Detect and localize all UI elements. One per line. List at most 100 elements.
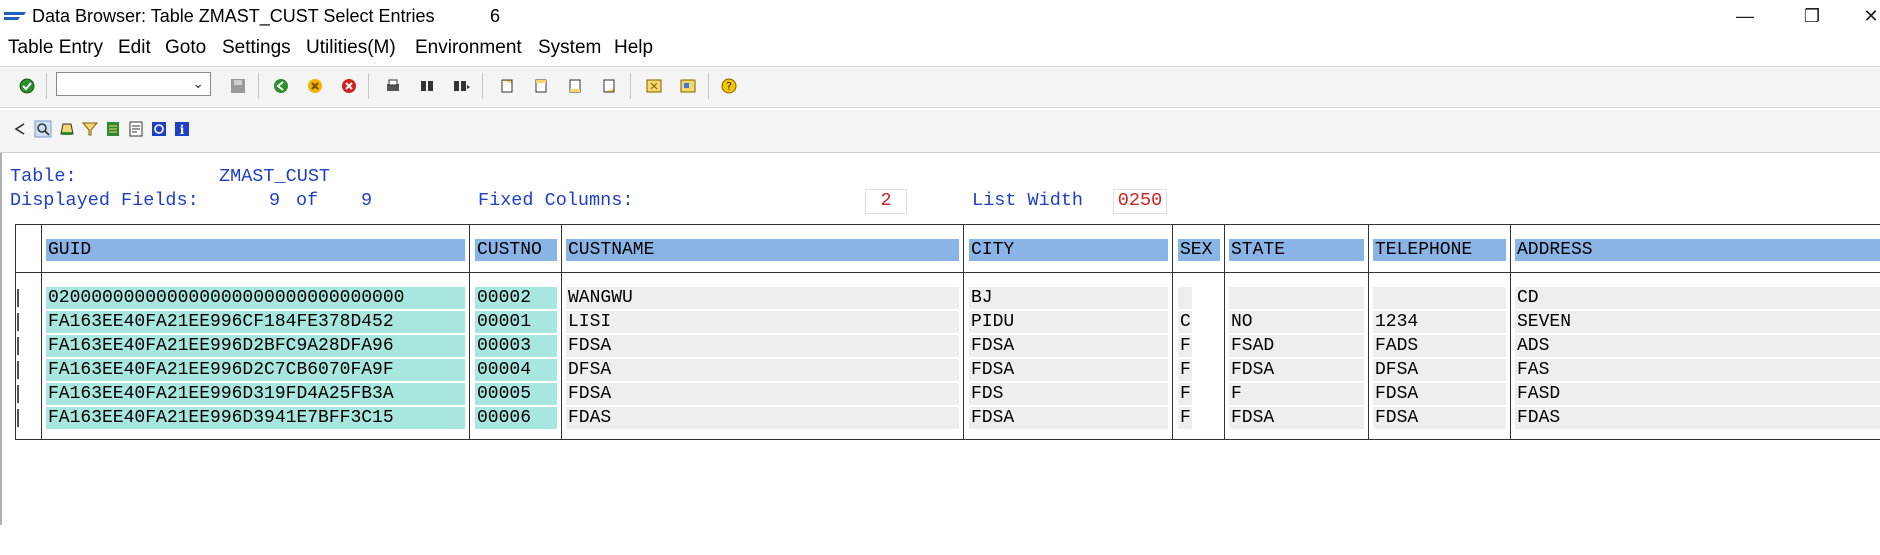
table-cell-guid[interactable]: 020000000000000000000000000000000 — [46, 287, 465, 309]
table-cell-custno[interactable]: 00004 — [475, 359, 557, 381]
table-cell-state[interactable]: FSAD — [1229, 335, 1364, 357]
back-arrow-icon[interactable] — [12, 120, 30, 138]
column-header-guid[interactable]: GUID — [46, 239, 465, 261]
table-cell-guid[interactable]: FA163EE40FA21EE996D2BFC9A28DFA96 — [46, 335, 465, 357]
layout-icon[interactable] — [127, 120, 145, 138]
menu-table-entry[interactable]: Table Entry — [8, 37, 103, 59]
list-width-input[interactable]: 0250 — [1113, 189, 1167, 214]
table-cell-custname[interactable]: WANGWU — [566, 287, 959, 309]
table-cell-custname[interactable]: LISI — [566, 311, 959, 333]
column-header-sex[interactable]: SEX — [1178, 239, 1220, 261]
column-header-custno[interactable]: CUSTNO — [475, 239, 557, 261]
table-cell-address[interactable]: FASD — [1515, 383, 1880, 405]
previous-page-icon[interactable] — [532, 77, 550, 95]
print-list-icon[interactable] — [58, 120, 76, 138]
table-cell-address[interactable]: FDAS — [1515, 407, 1880, 429]
save-icon[interactable] — [229, 77, 247, 95]
menu-settings[interactable]: Settings — [222, 37, 291, 59]
table-cell-state[interactable] — [1229, 287, 1364, 309]
menu-help[interactable]: Help — [614, 37, 653, 59]
table-cell-address[interactable]: SEVEN — [1515, 311, 1880, 333]
chevron-down-icon[interactable]: ⌄ — [192, 75, 204, 92]
menu-edit[interactable]: Edit — [118, 37, 151, 59]
filter-icon[interactable] — [81, 120, 99, 138]
create-session-icon[interactable] — [645, 77, 663, 95]
table-cell-telephone[interactable]: 1234 — [1373, 311, 1506, 333]
table-cell-telephone[interactable]: FDSA — [1373, 383, 1506, 405]
table-cell-custname[interactable]: DFSA — [566, 359, 959, 381]
table-cell-telephone[interactable] — [1373, 287, 1506, 309]
restore-icon[interactable]: ❐ — [1797, 6, 1827, 27]
table-cell-telephone[interactable]: FADS — [1373, 335, 1506, 357]
row-selector[interactable] — [17, 361, 19, 379]
column-header-telephone[interactable]: TELEPHONE — [1373, 239, 1506, 261]
command-field[interactable]: ⌄ — [56, 72, 211, 96]
column-header-address[interactable]: ADDRESS — [1515, 239, 1880, 261]
menu-utilities[interactable]: Utilities(M) — [306, 37, 396, 59]
row-selector[interactable] — [17, 409, 19, 427]
column-header-custname[interactable]: CUSTNAME — [566, 239, 959, 261]
table-cell-telephone[interactable]: FDSA — [1373, 407, 1506, 429]
next-page-icon[interactable] — [566, 77, 584, 95]
table-cell-city[interactable]: FDS — [969, 383, 1168, 405]
column-header-state[interactable]: STATE — [1229, 239, 1364, 261]
enter-icon[interactable] — [18, 77, 36, 95]
close-icon[interactable]: ✕ — [1862, 6, 1880, 27]
table-cell-custno[interactable]: 00001 — [475, 311, 557, 333]
print-icon[interactable] — [384, 77, 402, 95]
back-icon[interactable] — [272, 77, 290, 95]
row-selector[interactable] — [17, 289, 19, 307]
find-next-icon[interactable] — [452, 77, 470, 95]
help-icon[interactable]: ? — [720, 77, 738, 95]
table-cell-city[interactable]: FDSA — [969, 407, 1168, 429]
table-cell-custname[interactable]: FDSA — [566, 335, 959, 357]
spreadsheet-icon[interactable] — [104, 120, 122, 138]
table-cell-sex[interactable]: F — [1178, 335, 1192, 357]
table-cell-custname[interactable]: FDAS — [566, 407, 959, 429]
menu-system[interactable]: System — [538, 37, 601, 59]
column-header-city[interactable]: CITY — [969, 239, 1168, 261]
row-selector[interactable] — [17, 385, 19, 403]
last-page-icon[interactable] — [600, 77, 618, 95]
table-cell-sex[interactable]: C — [1178, 311, 1192, 333]
table-cell-state[interactable]: FDSA — [1229, 359, 1364, 381]
table-cell-guid[interactable]: FA163EE40FA21EE996CF184FE378D452 — [46, 311, 465, 333]
menu-environment[interactable]: Environment — [415, 37, 522, 59]
first-page-icon[interactable] — [498, 77, 516, 95]
table-cell-guid[interactable]: FA163EE40FA21EE996D319FD4A25FB3A — [46, 383, 465, 405]
table-cell-address[interactable]: CD — [1515, 287, 1880, 309]
table-cell-address[interactable]: ADS — [1515, 335, 1880, 357]
exit-icon[interactable] — [306, 77, 324, 95]
table-cell-custno[interactable]: 00005 — [475, 383, 557, 405]
table-cell-city[interactable]: BJ — [969, 287, 1168, 309]
shortcut-icon[interactable] — [679, 77, 697, 95]
table-cell-sex[interactable]: F — [1178, 407, 1192, 429]
table-cell-city[interactable]: FDSA — [969, 359, 1168, 381]
refresh-icon[interactable] — [150, 120, 168, 138]
row-selector[interactable] — [17, 337, 19, 355]
table-cell-custname[interactable]: FDSA — [566, 383, 959, 405]
table-cell-custno[interactable]: 00002 — [475, 287, 557, 309]
table-cell-city[interactable]: PIDU — [969, 311, 1168, 333]
table-cell-sex[interactable] — [1178, 287, 1192, 309]
table-cell-state[interactable]: F — [1229, 383, 1364, 405]
table-cell-sex[interactable]: F — [1178, 359, 1192, 381]
table-cell-sex[interactable]: F — [1178, 383, 1192, 405]
find-icon[interactable] — [418, 77, 436, 95]
fixed-columns-input[interactable]: 2 — [865, 189, 907, 214]
table-cell-state[interactable]: NO — [1229, 311, 1364, 333]
table-cell-guid[interactable]: FA163EE40FA21EE996D3941E7BFF3C15 — [46, 407, 465, 429]
minimize-icon[interactable]: — — [1730, 6, 1760, 27]
details-icon[interactable] — [34, 120, 52, 138]
table-cell-city[interactable]: FDSA — [969, 335, 1168, 357]
table-cell-custno[interactable]: 00006 — [475, 407, 557, 429]
table-cell-state[interactable]: FDSA — [1229, 407, 1364, 429]
cancel-icon[interactable] — [340, 77, 358, 95]
table-cell-address[interactable]: FAS — [1515, 359, 1880, 381]
table-cell-custno[interactable]: 00003 — [475, 335, 557, 357]
info-icon[interactable]: i — [173, 120, 191, 138]
table-cell-guid[interactable]: FA163EE40FA21EE996D2C7CB6070FA9F — [46, 359, 465, 381]
menu-goto[interactable]: Goto — [165, 37, 206, 59]
table-cell-telephone[interactable]: DFSA — [1373, 359, 1506, 381]
row-selector[interactable] — [17, 313, 19, 331]
